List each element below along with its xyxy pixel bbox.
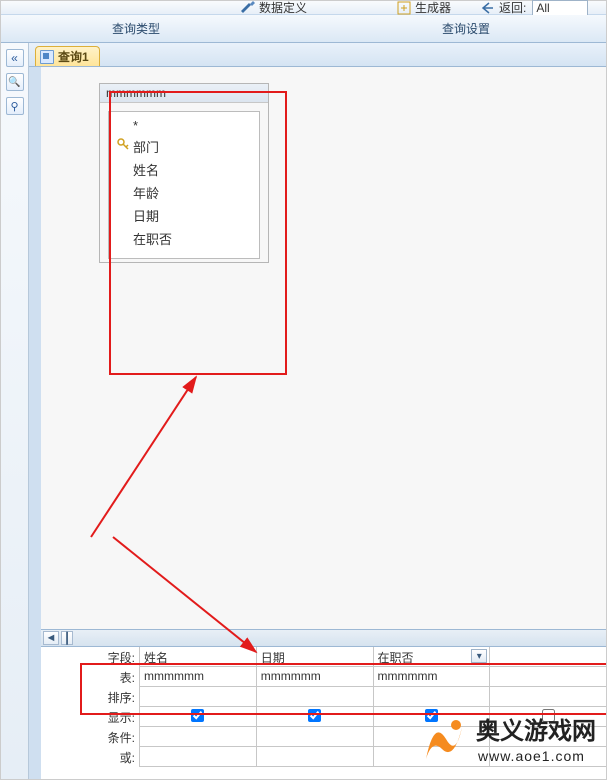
grid-cell[interactable] xyxy=(139,687,256,706)
pin-button[interactable]: ⚲ xyxy=(6,97,24,115)
scroll-left-button[interactable]: ◄ xyxy=(43,631,59,645)
grid-cell[interactable] xyxy=(139,727,256,746)
workspace: 查询1 mmmmmm * 部门 姓名 年龄 xyxy=(29,43,606,779)
grid-cell[interactable]: 姓名 xyxy=(139,647,256,666)
grid-cell[interactable] xyxy=(256,707,373,726)
grid-cell[interactable] xyxy=(489,727,606,746)
table-field-list: * 部门 姓名 年龄 日期 在职否 xyxy=(108,111,260,259)
return-icon xyxy=(481,1,495,15)
grid-cell[interactable]: mmmmmm xyxy=(256,667,373,686)
dropdown-icon[interactable]: ▾ xyxy=(471,649,487,663)
tab-label: 查询1 xyxy=(58,48,89,65)
builder-label: 生成器 xyxy=(415,0,451,16)
grid-cell[interactable] xyxy=(373,687,490,706)
grid-cell[interactable]: mmmmmm xyxy=(373,667,490,686)
primary-key-icon xyxy=(117,138,129,150)
grid-criteria-row xyxy=(139,727,606,747)
grid-row-labels: 字段: 表: 排序: 显示: 条件: 或: xyxy=(41,647,139,767)
chevron-left-icon: « xyxy=(11,51,18,65)
table-title: mmmmmm xyxy=(100,84,268,103)
scroll-grip[interactable]: ┃ xyxy=(61,631,73,645)
grid-field-row: 姓名 日期 在职否▾ xyxy=(139,647,606,667)
builder-button[interactable]: 生成器 xyxy=(397,0,451,16)
data-definition-button[interactable]: 数据定义 xyxy=(241,0,307,16)
row-label-or: 或: xyxy=(41,747,139,767)
field-item[interactable]: 年龄 xyxy=(115,181,253,204)
grid-cell[interactable] xyxy=(139,747,256,766)
grid-sort-row xyxy=(139,687,606,707)
row-label-show: 显示: xyxy=(41,707,139,727)
collapse-button[interactable]: « xyxy=(6,49,24,67)
ribbon-groups: 查询类型 查询设置 xyxy=(1,15,606,43)
design-canvas[interactable]: mmmmmm * 部门 姓名 年龄 日期 在职否 xyxy=(29,67,606,779)
return-value: All xyxy=(536,1,549,15)
row-label-sort: 排序: xyxy=(41,687,139,707)
ribbon-row: 数据定义 生成器 返回: All xyxy=(1,1,606,15)
return-control: 返回: All xyxy=(481,0,588,16)
grid-cell[interactable] xyxy=(373,747,490,766)
grid-show-row xyxy=(139,707,606,727)
data-definition-label: 数据定义 xyxy=(259,0,307,16)
search-button[interactable]: 🔍 xyxy=(6,73,24,91)
grid-cell[interactable] xyxy=(139,707,256,726)
field-item[interactable]: 姓名 xyxy=(115,158,253,181)
grid-cell[interactable]: mmmmmm xyxy=(139,667,256,686)
row-label-table: 表: xyxy=(41,667,139,687)
row-label-field: 字段: xyxy=(41,647,139,667)
return-label: 返回: xyxy=(499,0,526,16)
grid-or-row xyxy=(139,747,606,767)
split-bar[interactable]: ◄ ┃ xyxy=(41,629,606,647)
field-item[interactable]: 在职否 xyxy=(115,227,253,250)
grid-cell[interactable] xyxy=(373,727,490,746)
grid-cell[interactable]: 在职否▾ xyxy=(373,647,490,666)
group-query-setup: 查询设置 xyxy=(401,20,531,37)
show-checkbox[interactable] xyxy=(542,709,555,722)
field-item[interactable]: * xyxy=(115,116,253,135)
data-definition-icon xyxy=(241,1,255,15)
grid-cell[interactable] xyxy=(256,687,373,706)
query-tab-icon xyxy=(40,50,54,64)
app-window: 数据定义 生成器 返回: All 查询类型 查询设置 « 🔍 ⚲ xyxy=(0,0,607,780)
design-grid: 字段: 表: 排序: 显示: 条件: 或: 姓名 日期 在职否▾ xyxy=(41,647,606,779)
grid-cell[interactable] xyxy=(489,707,606,726)
grid-columns: 姓名 日期 在职否▾ mmmmmm mmmmmm mmmmmm xyxy=(139,647,606,767)
tab-query1[interactable]: 查询1 xyxy=(35,46,100,66)
grid-cell[interactable] xyxy=(256,727,373,746)
grid-cell[interactable] xyxy=(256,747,373,766)
row-label-criteria: 条件: xyxy=(41,727,139,747)
builder-icon xyxy=(397,1,411,15)
field-list: * 部门 姓名 年龄 日期 在职否 xyxy=(109,112,259,254)
grid-cell[interactable] xyxy=(489,747,606,766)
show-checkbox[interactable] xyxy=(308,709,321,722)
grid-cell[interactable]: 日期 xyxy=(256,647,373,666)
table-source-box[interactable]: mmmmmm * 部门 姓名 年龄 日期 在职否 xyxy=(99,83,269,263)
grid-table-row: mmmmmm mmmmmm mmmmmm xyxy=(139,667,606,687)
field-item[interactable]: 日期 xyxy=(115,204,253,227)
pin-icon: ⚲ xyxy=(10,100,18,113)
body: « 🔍 ⚲ 查询1 mmmmmm * xyxy=(1,43,606,779)
left-sidebar: « 🔍 ⚲ xyxy=(1,43,29,779)
show-checkbox[interactable] xyxy=(191,709,204,722)
grid-cell[interactable] xyxy=(373,707,490,726)
grid-cell[interactable] xyxy=(489,647,606,666)
search-icon: 🔍 xyxy=(8,77,20,88)
return-combo[interactable]: All xyxy=(532,0,588,16)
tab-strip: 查询1 xyxy=(29,43,606,67)
group-query-type: 查询类型 xyxy=(71,20,201,37)
grid-cell[interactable] xyxy=(489,687,606,706)
grid-cell[interactable] xyxy=(489,667,606,686)
show-checkbox[interactable] xyxy=(425,709,438,722)
field-item[interactable]: 部门 xyxy=(115,135,253,158)
